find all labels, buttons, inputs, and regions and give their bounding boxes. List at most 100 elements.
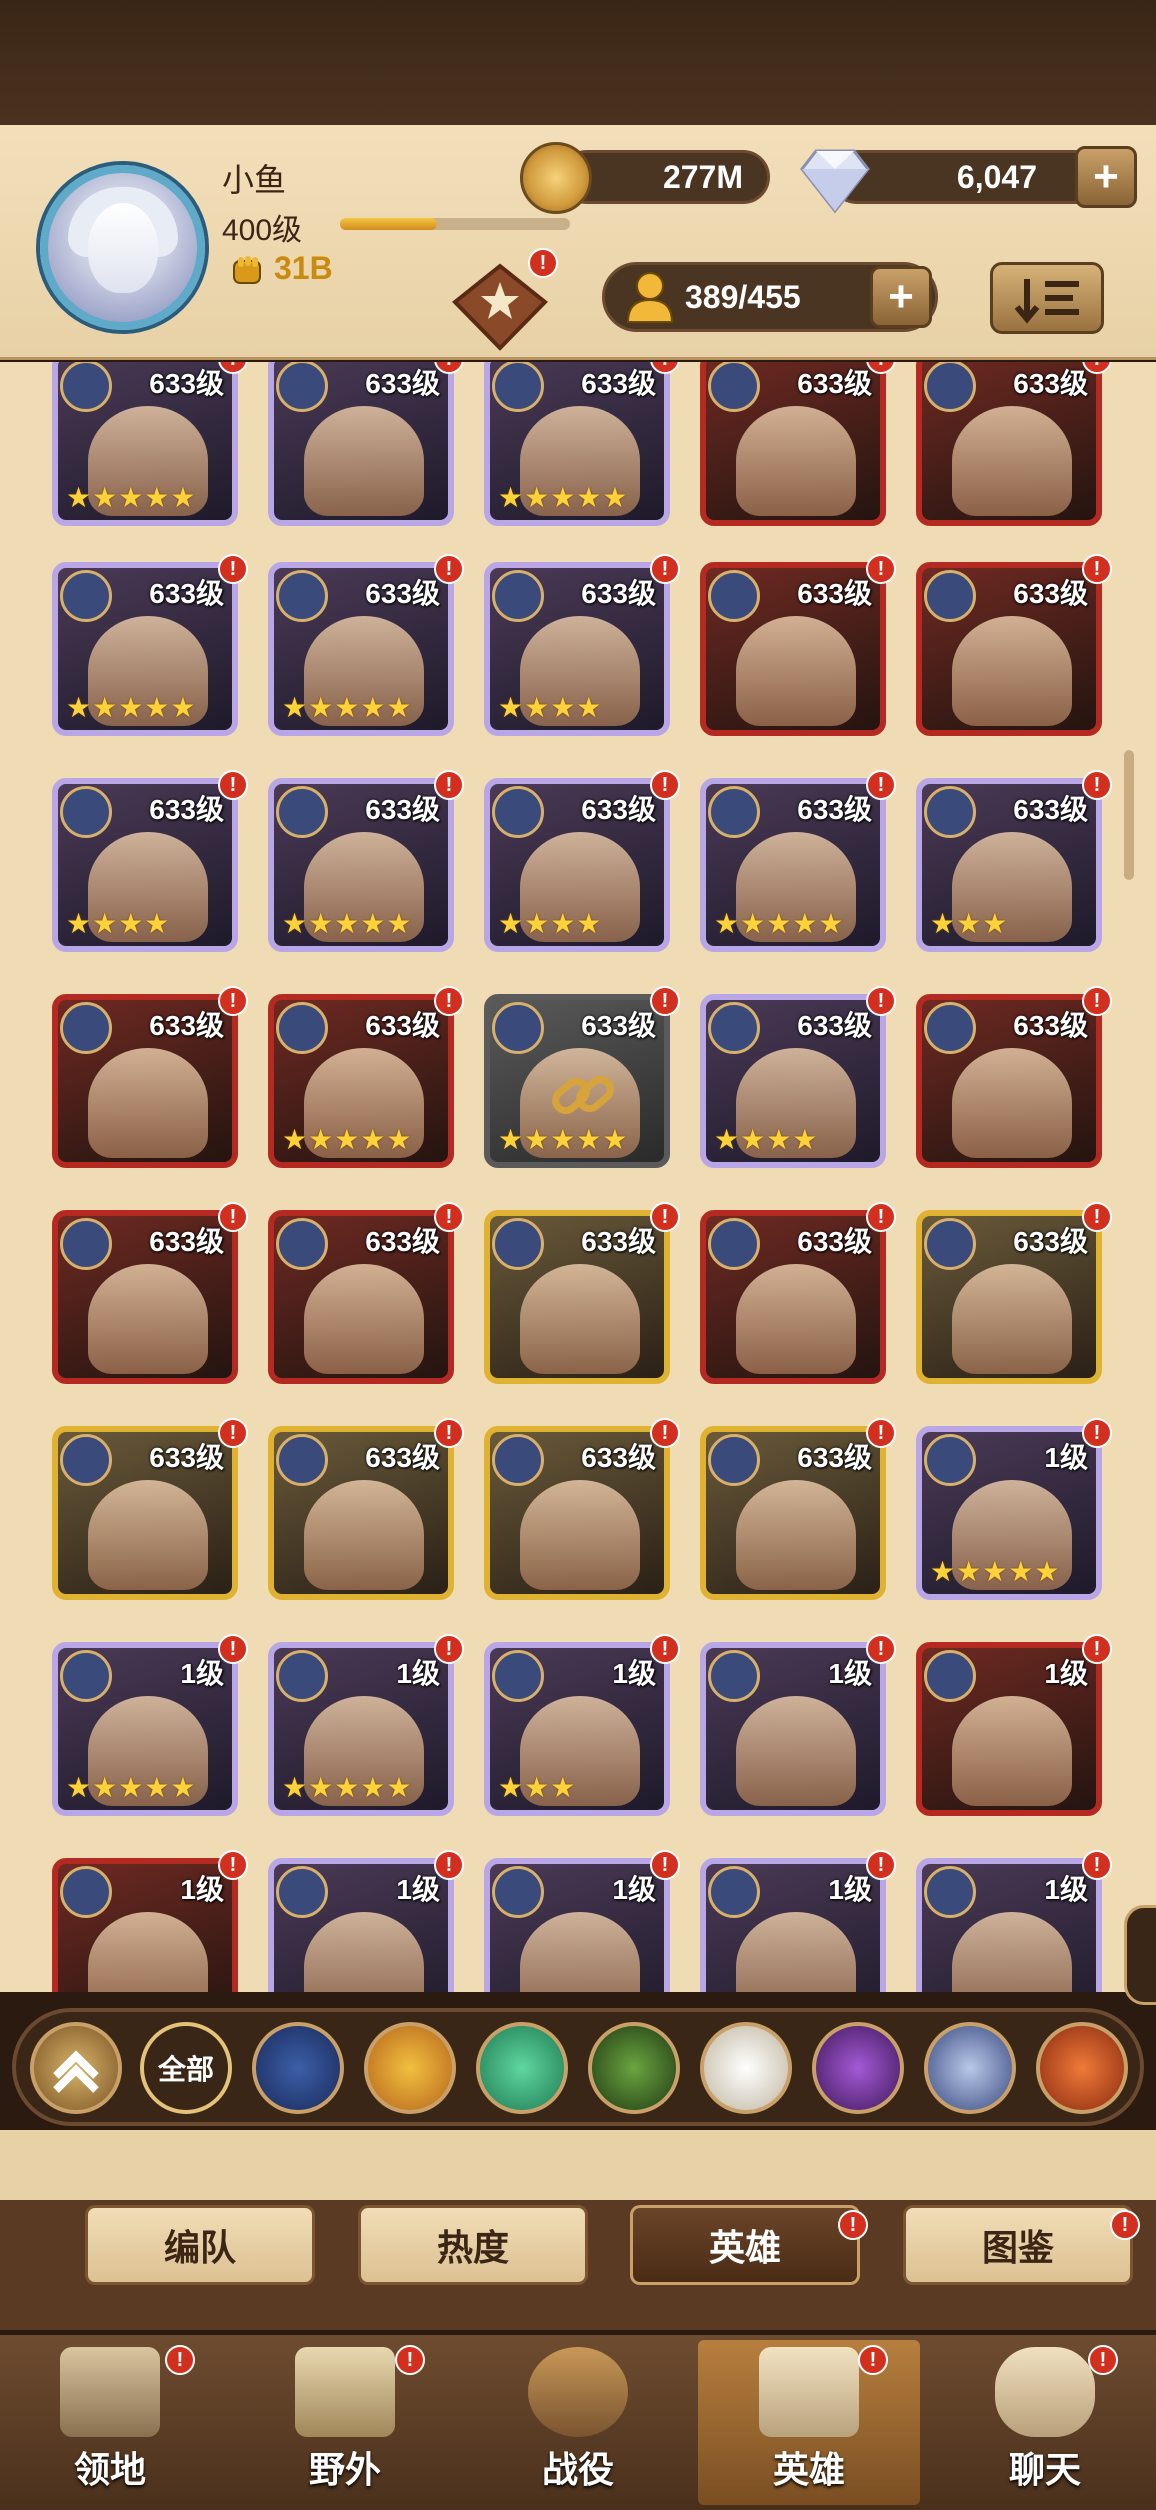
- faction-icon: [492, 1866, 544, 1918]
- hero-card[interactable]: 633级: [700, 1210, 886, 1384]
- hero-level: 1级: [1044, 1658, 1088, 1689]
- nav-heroes-label: 英雄: [772, 2449, 845, 2490]
- sort-button[interactable]: [990, 262, 1104, 334]
- hero-portrait: [952, 1696, 1072, 1806]
- faction-graveborn-icon[interactable]: [588, 2022, 680, 2114]
- add-gems-button[interactable]: +: [1075, 146, 1137, 208]
- hero-level: 1级: [612, 1658, 656, 1689]
- hero-level: 633级: [797, 794, 872, 825]
- hero-card[interactable]: 633级: [916, 562, 1102, 736]
- hero-card[interactable]: 1级: [916, 1642, 1102, 1816]
- faction-icon: [60, 1218, 112, 1270]
- hero-portrait: [88, 1264, 208, 1374]
- hero-alert-badge: !: [434, 554, 464, 584]
- hero-level: 633级: [1013, 1010, 1088, 1041]
- hero-card[interactable]: 633级: [268, 362, 454, 526]
- faction-lightbearer-icon[interactable]: [252, 2022, 344, 2114]
- tab-heroes[interactable]: 英雄: [630, 2205, 860, 2285]
- nav-wilderness-badge: !: [395, 2345, 425, 2375]
- diamond-icon: [800, 149, 870, 214]
- faction-dimensional-icon[interactable]: [924, 2022, 1016, 2114]
- hero-card[interactable]: 633级 ★★★★★: [484, 362, 670, 526]
- tab-popularity[interactable]: 热度: [358, 2205, 588, 2285]
- nav-heroes-badge: !: [858, 2345, 888, 2375]
- faction-icon: [492, 1650, 544, 1702]
- nav-campaign[interactable]: 战役: [478, 2340, 678, 2505]
- hero-card[interactable]: 633级 ★★★★★: [268, 994, 454, 1168]
- side-drawer-tab[interactable]: [1124, 1905, 1156, 2005]
- hero-card[interactable]: 633级: [916, 1210, 1102, 1384]
- hero-alert-badge: !: [434, 1202, 464, 1232]
- hero-card[interactable]: 633级: [700, 362, 886, 526]
- faction-icon: [276, 1218, 328, 1270]
- faction-icon: [492, 1434, 544, 1486]
- hero-alert-badge: !: [218, 986, 248, 1016]
- hero-card[interactable]: 633级 ★★★★★: [268, 562, 454, 736]
- hero-portrait: [952, 1264, 1072, 1374]
- hero-level: 633级: [365, 1010, 440, 1041]
- hero-card[interactable]: 633级: [52, 1426, 238, 1600]
- hero-card[interactable]: 1级: [52, 1858, 238, 1992]
- hero-card[interactable]: 633级 ★★★★: [484, 562, 670, 736]
- hero-card[interactable]: 1级 ★★★★★: [916, 1426, 1102, 1600]
- faction-icon: [924, 1434, 976, 1486]
- hero-card[interactable]: 1级 ★★★: [484, 1642, 670, 1816]
- nav-chat-badge: !: [1088, 2345, 1118, 2375]
- hero-level: 633级: [149, 1226, 224, 1257]
- hero-card[interactable]: 633级: [268, 1210, 454, 1384]
- filter-all-button[interactable]: 全部: [140, 2022, 232, 2114]
- hero-card[interactable]: 633级: [916, 362, 1102, 526]
- hero-alert-badge: !: [218, 1634, 248, 1664]
- hero-card[interactable]: 633级: [700, 562, 886, 736]
- faction-celestial-icon[interactable]: [700, 2022, 792, 2114]
- hero-card[interactable]: 1级 ★★★★★: [268, 1642, 454, 1816]
- tab-formation[interactable]: 编队: [85, 2205, 315, 2285]
- hero-card[interactable]: 633级: [484, 1426, 670, 1600]
- hero-card[interactable]: 633级 ★★★★: [52, 778, 238, 952]
- hero-portrait: [304, 406, 424, 516]
- hero-card[interactable]: 633级 ★★★★: [484, 778, 670, 952]
- hero-card[interactable]: 633级: [268, 1426, 454, 1600]
- hero-card[interactable]: 633级 ★★★★: [700, 994, 886, 1168]
- hero-stars: ★★★★★: [282, 908, 413, 939]
- hero-portrait: [520, 1912, 640, 1992]
- hero-card[interactable]: 633级: [484, 1210, 670, 1384]
- hero-card[interactable]: 633级 ★★★★★: [484, 994, 670, 1168]
- player-power: 31B: [228, 250, 333, 291]
- faction-icon: [708, 570, 760, 622]
- hero-card[interactable]: 1级: [268, 1858, 454, 1992]
- tab-codex[interactable]: 图鉴: [903, 2205, 1133, 2285]
- hero-card[interactable]: 633级 ★★★: [916, 778, 1102, 952]
- hero-level: 1级: [180, 1874, 224, 1905]
- hero-stars: ★★★: [498, 1772, 577, 1803]
- sword-crest-icon: [528, 2347, 628, 2437]
- hero-card[interactable]: 1级: [484, 1858, 670, 1992]
- faction-mauler-icon[interactable]: [364, 2022, 456, 2114]
- hero-level: 633级: [365, 1442, 440, 1473]
- hero-card[interactable]: 633级: [916, 994, 1102, 1168]
- hero-card[interactable]: 633级 ★★★★★: [700, 778, 886, 952]
- expand-hero-slots-button[interactable]: +: [870, 266, 932, 328]
- hero-card[interactable]: 633级 ★★★★★: [268, 778, 454, 952]
- hero-card[interactable]: 633级: [52, 1210, 238, 1384]
- hero-card[interactable]: 1级: [700, 1858, 886, 1992]
- faction-wilder-icon[interactable]: [476, 2022, 568, 2114]
- hero-card[interactable]: 1级: [700, 1642, 886, 1816]
- hero-alert-badge: !: [434, 986, 464, 1016]
- hero-alert-badge: !: [1082, 770, 1112, 800]
- hero-grid-scrollbar[interactable]: [1124, 750, 1134, 880]
- hero-card[interactable]: 633级 ★★★★★: [52, 562, 238, 736]
- hero-card[interactable]: 1级: [916, 1858, 1102, 1992]
- faction-hypogean-icon[interactable]: [812, 2022, 904, 2114]
- faction-icon: [60, 570, 112, 622]
- hero-card[interactable]: 633级 ★★★★★: [52, 362, 238, 526]
- hero-card[interactable]: 1级 ★★★★★: [52, 1642, 238, 1816]
- faction-icon: [492, 1002, 544, 1054]
- hero-alert-badge: !: [1082, 1634, 1112, 1664]
- hero-card[interactable]: 633级: [52, 994, 238, 1168]
- hero-card[interactable]: 633级: [700, 1426, 886, 1600]
- faction-draconis-icon[interactable]: [1036, 2022, 1128, 2114]
- player-avatar[interactable]: [40, 165, 205, 330]
- collapse-arrow-filter[interactable]: [30, 2022, 122, 2114]
- nav-territory-badge: !: [165, 2345, 195, 2375]
